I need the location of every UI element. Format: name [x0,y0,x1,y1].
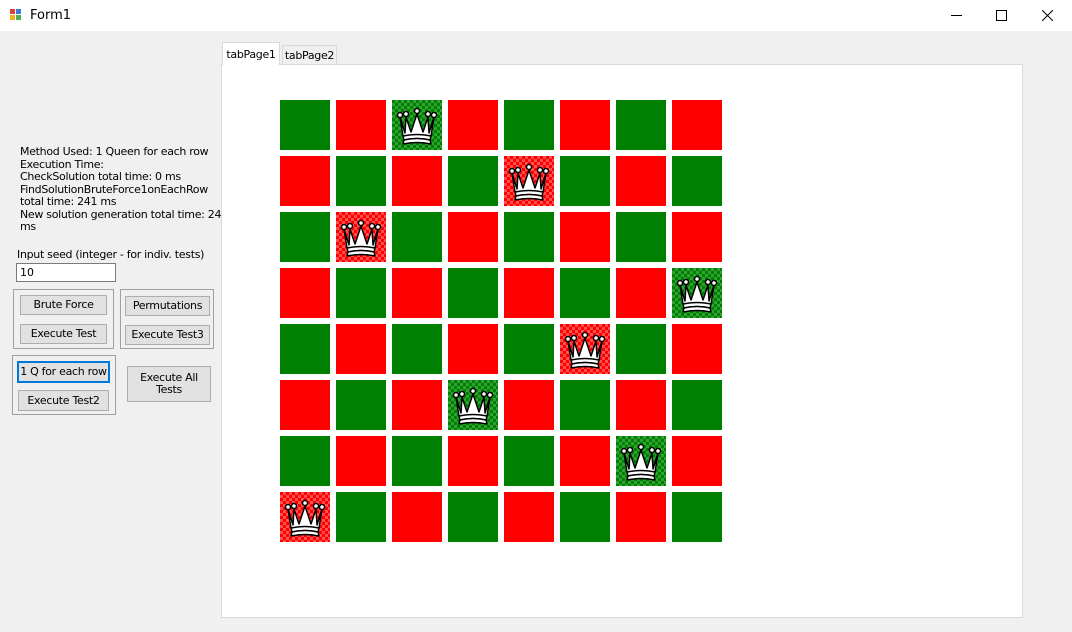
info-line: ms [20,220,36,233]
board-cell [448,380,498,430]
board-cell [392,268,442,318]
board-cell [616,324,666,374]
info-line: total time: 241 ms [20,195,117,208]
result-info-label: Method Used: 1 Queen for each row Execut… [20,145,228,234]
queen-icon [620,443,662,481]
board-cell [336,100,386,150]
board-cell [336,156,386,206]
minimize-icon[interactable] [933,0,979,31]
maximize-icon[interactable] [978,0,1024,31]
tab-page1[interactable]: tabPage1 [222,42,280,65]
board-cell [448,268,498,318]
board-cell [672,268,722,318]
title-bar: Form1 [0,0,1072,31]
board-cell [672,492,722,542]
tab-page2[interactable]: tabPage2 [282,45,337,64]
board-cell [504,324,554,374]
board-cell [392,156,442,206]
brute-force-button[interactable]: Brute Force [20,295,107,315]
board-cell [336,212,386,262]
board-cell [336,324,386,374]
board-cell [672,212,722,262]
board-cell [280,268,330,318]
board-cell [616,436,666,486]
board-cell [280,436,330,486]
board-cell [448,324,498,374]
board-cell [448,436,498,486]
board-cell [560,492,610,542]
info-line: CheckSolution total time: 0 ms [20,170,181,183]
board-cell [280,212,330,262]
info-line: New solution generation total time: 241 [20,207,228,221]
board-cell [280,156,330,206]
board-cell [560,212,610,262]
board-cell [616,268,666,318]
queen-icon [340,219,382,257]
board-cell [336,492,386,542]
one-queen-each-row-button[interactable]: 1 Q for each row [17,361,110,383]
board-cell [448,156,498,206]
queen-icon [508,163,550,201]
seed-label: Input seed (integer - for indiv. tests) [17,248,205,261]
board-cell [392,100,442,150]
board-cell [504,380,554,430]
queen-icon [396,107,438,145]
board-cell [280,100,330,150]
execute-test2-button[interactable]: Execute Test2 [18,390,109,411]
board-cell [504,492,554,542]
info-line: Method Used: 1 Queen for each row [20,145,209,158]
board-cell [672,100,722,150]
board-cell [504,212,554,262]
board-cell [336,436,386,486]
board-cell [616,156,666,206]
window-title: Form1 [30,8,72,23]
board-cell [504,436,554,486]
permutations-button[interactable]: Permutations [125,296,210,316]
board-cell [672,380,722,430]
board-cell [392,380,442,430]
board-cell [392,212,442,262]
board-cell [560,156,610,206]
queen-icon [676,275,718,313]
queen-icon [284,499,326,537]
execute-all-tests-button[interactable]: Execute All Tests [127,366,211,402]
board-cell [392,492,442,542]
board-cell [560,436,610,486]
board-cell [448,212,498,262]
board-cell [672,324,722,374]
board-cell [448,492,498,542]
board-cell [616,100,666,150]
board-cell [448,100,498,150]
board-cell [504,268,554,318]
queen-icon [452,387,494,425]
execute-test-button[interactable]: Execute Test [20,324,107,344]
board-cell [280,324,330,374]
board-cell [560,268,610,318]
board-cell [672,436,722,486]
board-cell [560,380,610,430]
board-cell [392,324,442,374]
close-icon[interactable] [1024,0,1070,31]
board-cell [672,156,722,206]
board-cell [504,100,554,150]
board-cell [392,436,442,486]
execute-test3-button[interactable]: Execute Test3 [125,325,210,345]
winforms-app-icon [10,9,22,21]
board-cell [616,380,666,430]
board-cell [560,100,610,150]
board-cell [280,380,330,430]
queen-icon [564,331,606,369]
board-cell [280,492,330,542]
seed-input[interactable] [16,263,116,282]
board-cell [616,212,666,262]
board-cell [616,492,666,542]
board-cell [560,324,610,374]
board-cell [336,268,386,318]
board-cell [336,380,386,430]
board-cell [504,156,554,206]
chess-board [280,100,723,542]
